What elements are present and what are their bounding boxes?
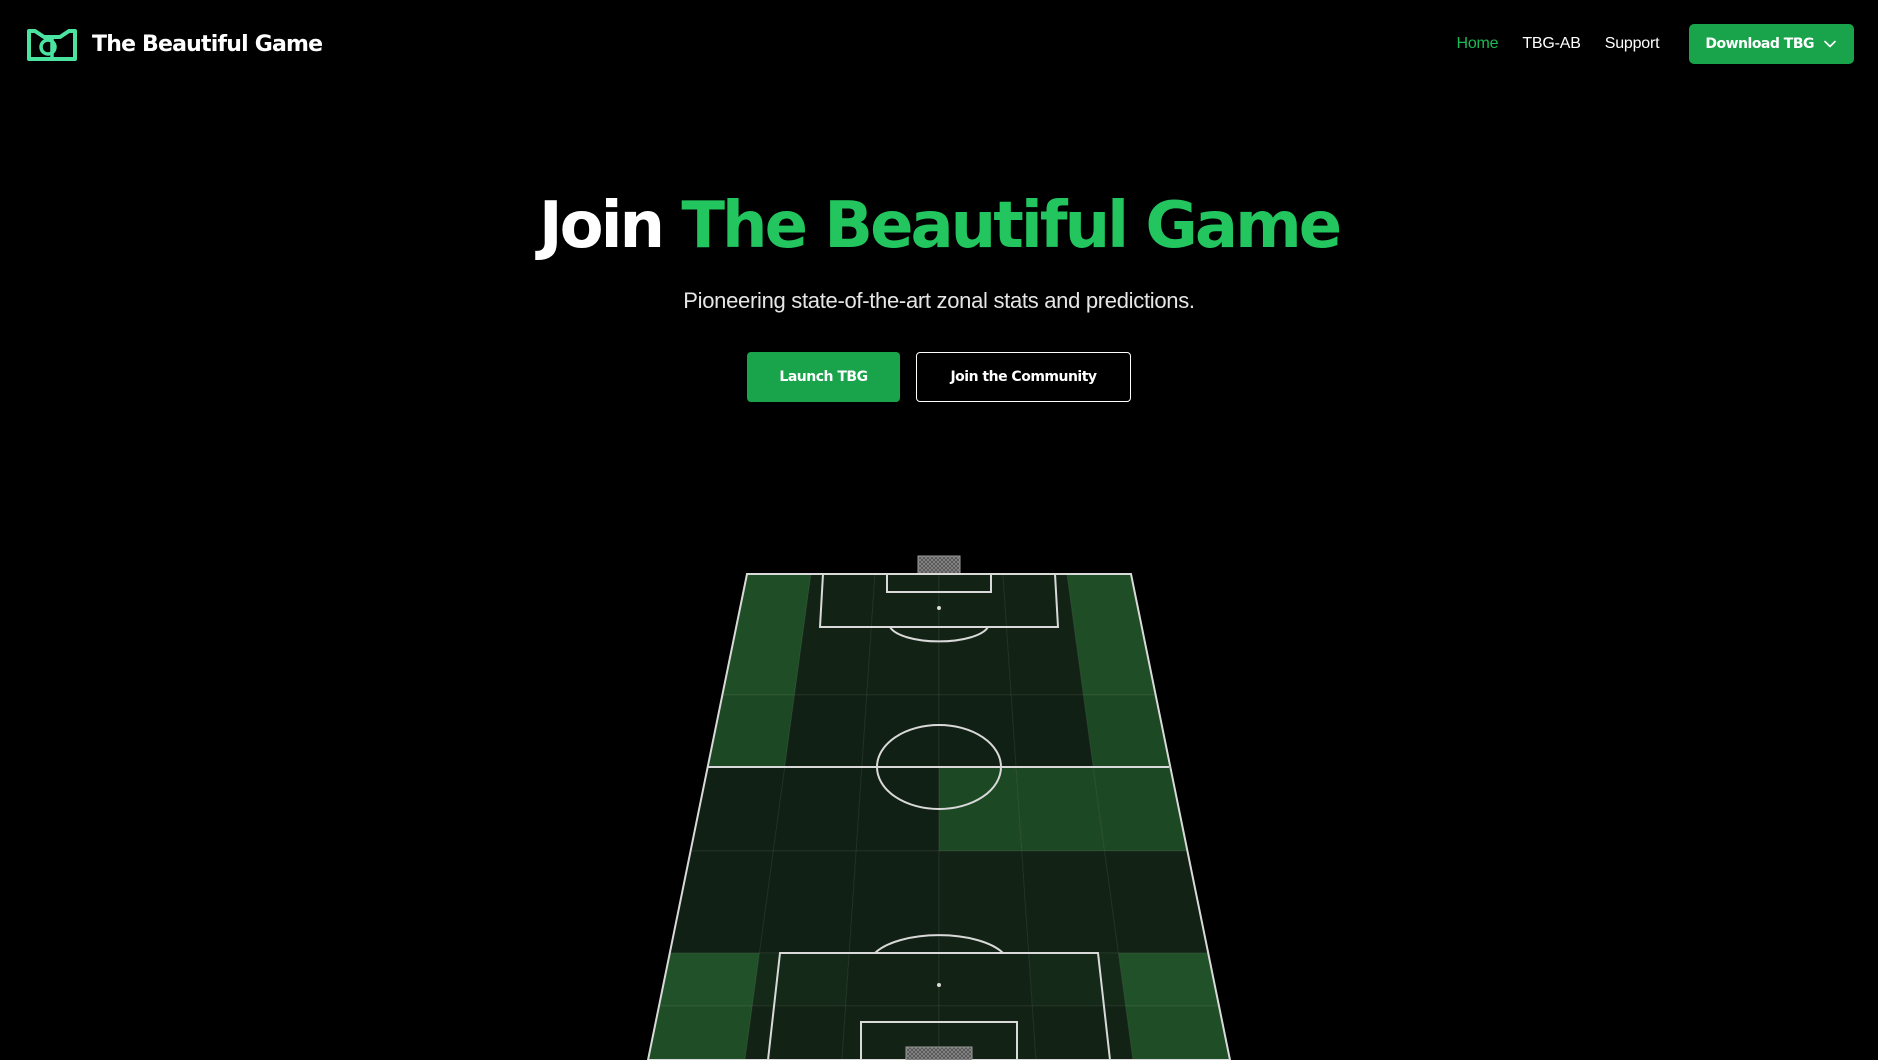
bottom-penalty-spot [937,983,941,987]
pitch-zone[interactable] [848,850,940,954]
pitch-zone[interactable] [938,694,1017,768]
pitch-zones [647,573,1231,1060]
pitch-zone[interactable] [1117,952,1220,1007]
top-penalty-spot [937,606,941,610]
page: The Beautiful Game Home TBG-AB Support D… [0,0,1878,1060]
pitch-zone[interactable] [861,694,940,768]
pitch-zone[interactable] [1021,850,1120,954]
zonal-pitch-visualization [646,555,1232,1060]
pitch-zone[interactable] [758,850,857,954]
pitch-zone[interactable] [744,1005,847,1060]
pitch-zone[interactable] [1125,1005,1231,1060]
pitch-zone[interactable] [772,766,863,852]
pitch-zone[interactable] [1028,952,1127,1007]
pitch-zone[interactable] [751,952,850,1007]
pitch-zone[interactable] [669,850,774,954]
pitch-zone[interactable] [658,952,761,1007]
pitch-zone[interactable] [1015,766,1106,852]
pitch-zone[interactable] [1010,694,1094,768]
bottom-goal-net [905,1046,973,1060]
pitch-zone[interactable] [1031,1005,1134,1060]
pitch-zone[interactable] [845,952,940,1007]
pitch-zone[interactable] [938,952,1033,1007]
pitch-zone[interactable] [938,850,1030,954]
pitch-zone[interactable] [647,1005,753,1060]
pitch-zone[interactable] [784,694,868,768]
pitch-zone[interactable] [1104,850,1209,954]
top-goal-net [917,555,961,575]
